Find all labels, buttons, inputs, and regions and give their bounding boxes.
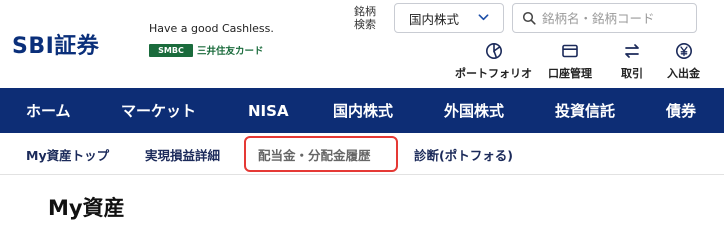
subnav-realized-pl[interactable]: 実現損益詳細 <box>145 133 220 175</box>
main-nav: ホーム マーケット NISA 国内株式 外国株式 投資信託 債券 <box>0 88 724 133</box>
slogan: Have a good Cashless. <box>149 22 274 35</box>
nav-home[interactable]: ホーム <box>26 88 71 133</box>
nav-nisa[interactable]: NISA <box>248 88 289 133</box>
account-icon <box>562 44 578 58</box>
market-select-value: 国内株式 <box>409 11 460 27</box>
util-label: 入出金 <box>667 67 700 80</box>
smbc-badge: SMBC <box>149 43 193 57</box>
trade-icon <box>625 44 639 58</box>
nav-bonds[interactable]: 債券 <box>666 88 696 133</box>
page-title: My資産 <box>48 196 125 220</box>
subnav-my-assets-top[interactable]: My資産トップ <box>26 133 109 175</box>
util-trade[interactable]: 取引 <box>621 42 643 81</box>
deposit-icon <box>675 43 692 59</box>
util-label: 口座管理 <box>548 67 592 80</box>
market-select[interactable]: 国内株式 <box>394 3 504 33</box>
subnav-diagnosis[interactable]: 診断(ポトフォる) <box>414 133 513 175</box>
nav-foreign-stocks[interactable]: 外国株式 <box>444 88 504 133</box>
smbc-text: 三井住友カード <box>197 46 264 57</box>
nav-market[interactable]: マーケット <box>121 88 196 133</box>
nav-domestic-stocks[interactable]: 国内株式 <box>333 88 393 133</box>
nav-investment-trusts[interactable]: 投資信託 <box>555 88 615 133</box>
util-portfolio[interactable]: ポートフォリオ <box>455 42 532 81</box>
search-label: 銘柄 検索 <box>351 5 379 31</box>
header: SBI証券 Have a good Cashless. SMBC 三井住友カード… <box>0 0 724 88</box>
util-label: ポートフォリオ <box>455 67 532 80</box>
util-deposit[interactable]: 入出金 <box>667 42 700 81</box>
util-label: 取引 <box>621 67 643 80</box>
util-account[interactable]: 口座管理 <box>548 42 592 81</box>
active-tab-highlight <box>244 136 398 172</box>
search-label-line2: 検索 <box>354 18 376 31</box>
search-box[interactable] <box>512 3 697 33</box>
search-label-line1: 銘柄 <box>354 5 376 18</box>
search-icon <box>522 11 536 25</box>
search-input[interactable] <box>542 10 692 26</box>
sbi-logo[interactable]: SBI証券 <box>12 28 99 60</box>
smbc-logo: SMBC 三井住友カード <box>149 43 264 57</box>
chevron-down-icon <box>478 14 489 21</box>
portfolio-icon <box>485 43 502 59</box>
